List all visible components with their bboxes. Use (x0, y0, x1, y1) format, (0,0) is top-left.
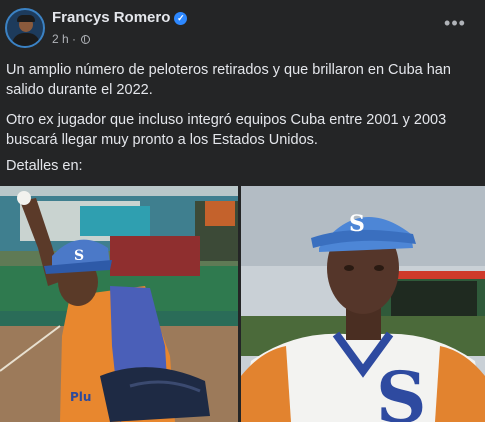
avatar-cap-shape (17, 15, 35, 22)
meta-separator: · (72, 32, 77, 46)
svg-text:S: S (74, 248, 84, 264)
post-text-paragraph-2: Otro ex jugador que incluso integró equi… (6, 112, 447, 148)
veteran-player-illustration: S S (241, 186, 485, 422)
post-media[interactable]: S Plu S S (0, 186, 485, 422)
more-options-icon[interactable]: ••• (440, 14, 470, 36)
post-time[interactable]: 2 h (52, 32, 69, 46)
verified-badge-icon: ✓ (174, 12, 188, 25)
globe-icon (81, 35, 91, 44)
photo-veteran-player[interactable]: S S (241, 186, 485, 422)
photo-young-player[interactable]: S Plu (0, 186, 238, 422)
post-text-paragraph-1: Un amplio número de peloteros retirados … (6, 62, 451, 98)
author-name-text[interactable]: Francys Romero (52, 9, 170, 26)
post-text-paragraph-3: Detalles en: (6, 158, 83, 174)
post-header: Francys Romero ✓ 2 h · ••• (0, 0, 485, 52)
avatar-body-shape (12, 33, 40, 46)
svg-text:S: S (349, 211, 365, 237)
svg-text:Plu: Plu (70, 390, 91, 404)
author-avatar[interactable] (5, 8, 45, 48)
young-player-illustration: S Plu (0, 186, 238, 422)
post-meta: 2 h · (52, 32, 91, 46)
author-name[interactable]: Francys Romero ✓ (52, 9, 188, 26)
svg-text:S: S (376, 356, 427, 422)
